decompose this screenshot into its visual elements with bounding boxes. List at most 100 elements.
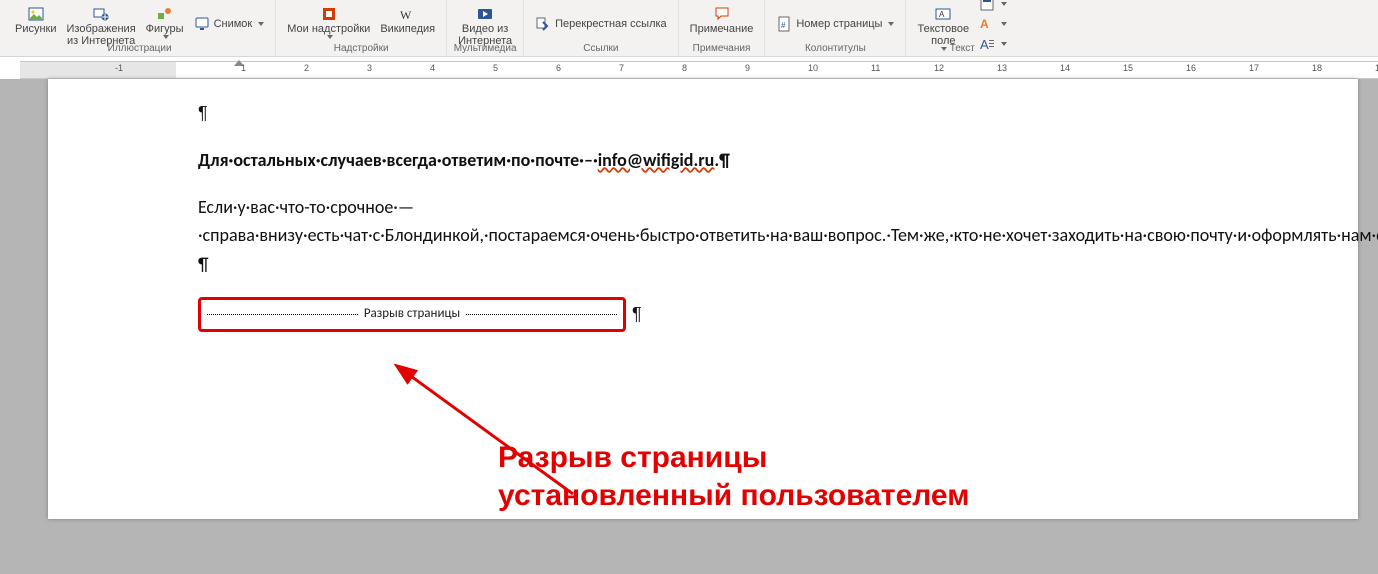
ribbon-group-label: Текст: [950, 43, 975, 54]
ribbon-group: Перекрестная ссылка Ссылки: [524, 0, 679, 56]
ruler-tick-label: 2: [304, 63, 309, 73]
ruler-tick: 9: [743, 62, 744, 78]
chevron-down-icon: [163, 35, 169, 39]
dropcap-button[interactable]: A: [974, 35, 1012, 53]
svg-text:W: W: [400, 8, 412, 22]
screenshot-button[interactable]: Снимок: [189, 15, 270, 33]
ruler-tick: 10: [806, 62, 807, 78]
button-label: Фигуры: [146, 23, 184, 35]
ruler-tick-label: 3: [367, 63, 372, 73]
ribbon-group: # Номер страницы Колонтитулы: [765, 0, 906, 56]
shapes-button[interactable]: Фигуры: [141, 5, 189, 40]
ribbon-group: AТекстовоеполеAAТекст: [906, 0, 1018, 56]
chevron-down-icon: [1001, 42, 1007, 46]
cross-ref-icon: [535, 16, 551, 32]
ruler-tick-label: 9: [745, 63, 750, 73]
ruler-tick: 16: [1184, 62, 1185, 78]
button-label: Рисунки: [15, 23, 57, 35]
cross-ref-button[interactable]: Перекрестная ссылка: [530, 15, 672, 33]
ribbon-group-label: Надстройки: [334, 43, 389, 54]
ruler-tick: 4: [428, 62, 429, 78]
button-label: Перекрестная ссылка: [555, 18, 667, 30]
ruler-tick-label: 16: [1186, 63, 1196, 73]
ribbon-group-label: Ссылки: [583, 43, 618, 54]
ruler-tick: 3: [365, 62, 366, 78]
chevron-down-icon: [941, 47, 947, 51]
ruler-tick: 2: [302, 62, 303, 78]
ruler-tick: 15: [1121, 62, 1122, 78]
svg-text:A: A: [939, 10, 945, 19]
button-label: Мои надстройки: [287, 23, 370, 35]
ruler-tick: 7: [617, 62, 618, 78]
online-video-button[interactable]: Видео изИнтернета: [453, 5, 517, 48]
ribbon-group: Примечание Примечания: [679, 0, 766, 56]
comment-button[interactable]: Примечание: [685, 5, 759, 36]
ruler-tick: 12: [932, 62, 933, 78]
online-pictures-button[interactable]: Изображенияиз Интернета: [62, 5, 141, 48]
ruler-tick-label: 4: [430, 63, 435, 73]
ruler-tick: 17: [1247, 62, 1248, 78]
ruler-tick-label: 14: [1060, 63, 1070, 73]
picture-icon: [28, 6, 44, 22]
ribbon-group: Мои надстройки WВикипедия Надстройки: [276, 0, 447, 56]
ruler-tick: 19: [1373, 62, 1374, 78]
ruler-tick-label: 8: [682, 63, 687, 73]
page-number-button[interactable]: # Номер страницы: [771, 15, 899, 33]
ruler-tick: 8: [680, 62, 681, 78]
ruler-tick-label: 5: [493, 63, 498, 73]
ribbon-group: Рисунки Изображенияиз Интернета Фигуры Сним…: [4, 0, 276, 56]
ruler-tick: 13: [995, 62, 996, 78]
ribbon: Рисунки Изображенияиз Интернета Фигуры Сним…: [0, 0, 1378, 57]
ruler-tick: 1: [239, 62, 240, 78]
annotation-callout: Разрыв страницыустановленный пользовател…: [498, 439, 969, 514]
shapes-icon: [157, 6, 173, 22]
ruler-tick: 5: [491, 62, 492, 78]
ruler-tick-label: 12: [934, 63, 944, 73]
button-label: Номер страницы: [796, 18, 882, 30]
ribbon-group-label: Мультимедиа: [454, 43, 517, 54]
dropcap-icon: A: [979, 36, 995, 52]
ruler-tick-label: 6: [556, 63, 561, 73]
ruler-tick: 11: [869, 62, 870, 78]
wikipedia-icon: W: [400, 6, 416, 22]
screenshot-icon: [194, 16, 210, 32]
chevron-down-icon: [327, 35, 333, 39]
bold-paragraph: Для·остальных·случаев·всегда·ответим·по·…: [198, 146, 1298, 175]
page-number-icon: #: [776, 16, 792, 32]
svg-text:A: A: [980, 37, 989, 52]
horizontal-ruler[interactable]: -112345678910111213141516171819: [0, 57, 1378, 79]
online-pictures-icon: [93, 6, 109, 22]
wordart-button[interactable]: A: [974, 15, 1012, 33]
quick-parts-icon: [979, 0, 995, 12]
addins-icon: [321, 6, 337, 22]
addins-button[interactable]: Мои надстройки: [282, 5, 375, 40]
ruler-tick-label: -1: [115, 63, 123, 73]
ribbon-group-label: Примечания: [693, 43, 751, 54]
page-break-dotted-line-right: [466, 314, 617, 315]
chevron-down-icon: [258, 22, 264, 26]
ribbon-group: Видео изИнтернетаМультимедиа: [447, 0, 524, 56]
paragraph-mark: ¶: [632, 300, 642, 329]
ribbon-group-label: Колонтитулы: [805, 43, 866, 54]
ruler-tick-label: 10: [808, 63, 818, 73]
ruler-tick-label: 17: [1249, 63, 1259, 73]
svg-text:#: #: [781, 21, 786, 30]
body-paragraph: Если·у·вас·что-то·срочное·—·справа·внизу…: [198, 193, 1298, 279]
chevron-down-icon: [1001, 22, 1007, 26]
chevron-down-icon: [1001, 2, 1007, 6]
picture-button[interactable]: Рисунки: [10, 5, 62, 36]
ruler-tick: 18: [1310, 62, 1311, 78]
button-label: Википедия: [380, 23, 435, 35]
paragraph-mark: ¶: [198, 99, 1298, 128]
wikipedia-button[interactable]: WВикипедия: [375, 5, 440, 36]
spellcheck-underline: info@wifigid.ru: [598, 149, 715, 171]
page-break-annotation-box: Разрыв страницы: [198, 297, 626, 332]
page-break-label: Разрыв страницы: [358, 304, 466, 325]
ruler-tick-label: 18: [1312, 63, 1322, 73]
ruler-tick: -1: [113, 62, 114, 78]
document-page[interactable]: ¶ Для·остальных·случаев·всегда·ответим·п…: [48, 79, 1358, 519]
quick-parts-button[interactable]: [974, 0, 1012, 13]
ruler-tick-label: 1: [241, 63, 246, 73]
svg-text:A: A: [980, 17, 989, 31]
ruler-tick: 6: [554, 62, 555, 78]
